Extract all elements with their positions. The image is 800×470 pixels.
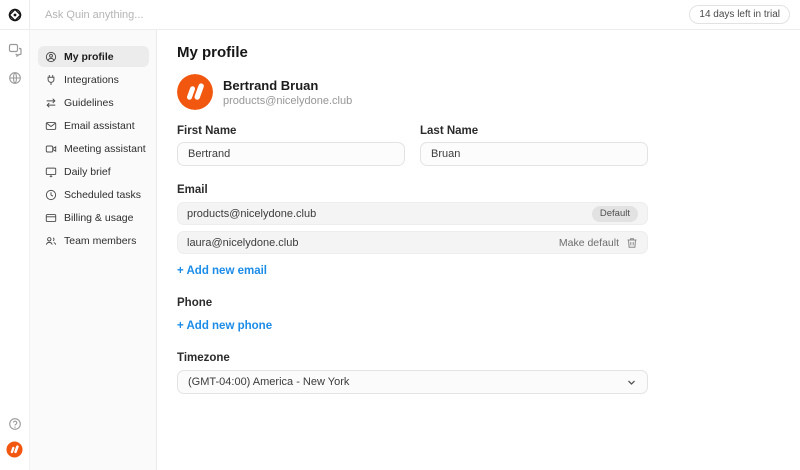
main-panel: My profile Bertrand Bruan products@nicel… bbox=[157, 30, 800, 470]
display-icon bbox=[45, 166, 57, 178]
first-name-label: First Name bbox=[177, 125, 405, 137]
sidebar-item-billing-usage[interactable]: Billing & usage bbox=[38, 207, 149, 228]
timezone-value: (GMT-04:00) America - New York bbox=[188, 376, 349, 388]
sidebar-item-label: Guidelines bbox=[64, 97, 114, 109]
brand-logo-icon[interactable] bbox=[6, 441, 23, 458]
default-badge: Default bbox=[592, 206, 638, 222]
trial-badge: 14 days left in trial bbox=[689, 5, 790, 24]
last-name-label: Last Name bbox=[420, 125, 648, 137]
sidebar-item-my-profile[interactable]: My profile bbox=[38, 46, 149, 67]
app-window: 14 days left in trial bbox=[0, 0, 800, 470]
sidebar-item-meeting-assistant[interactable]: Meeting assistant bbox=[38, 138, 149, 159]
sidebar-item-integrations[interactable]: Integrations bbox=[38, 69, 149, 90]
email-section-label: Email bbox=[177, 184, 648, 196]
avatar bbox=[177, 74, 213, 110]
timezone-select[interactable]: (GMT-04:00) America - New York bbox=[177, 370, 648, 394]
sidebar-item-scheduled-tasks[interactable]: Scheduled tasks bbox=[38, 184, 149, 205]
sidebar-item-label: Team members bbox=[64, 235, 136, 247]
add-new-email-link[interactable]: + Add new email bbox=[177, 265, 267, 277]
chevron-down-icon bbox=[626, 377, 637, 388]
sidebar-item-label: Daily brief bbox=[64, 166, 111, 178]
page-title: My profile bbox=[177, 44, 648, 61]
email-address: products@nicelydone.club bbox=[187, 208, 316, 220]
sidebar-item-team-members[interactable]: Team members bbox=[38, 230, 149, 251]
email-row-default: products@nicelydone.club Default bbox=[177, 202, 648, 225]
sidebar-item-label: My profile bbox=[64, 51, 114, 63]
profile-header: Bertrand Bruan products@nicelydone.club bbox=[177, 74, 648, 110]
envelope-icon bbox=[45, 120, 57, 132]
name-form: First Name Last Name bbox=[177, 125, 648, 166]
video-camera-icon bbox=[45, 143, 57, 155]
search-input[interactable] bbox=[45, 9, 689, 21]
sidebar-item-label: Billing & usage bbox=[64, 212, 133, 224]
sidebar-item-label: Email assistant bbox=[64, 120, 135, 132]
sidebar-item-daily-brief[interactable]: Daily brief bbox=[38, 161, 149, 182]
make-default-button[interactable]: Make default bbox=[559, 237, 619, 249]
sidebar-item-label: Meeting assistant bbox=[64, 143, 146, 155]
settings-sidebar: My profile Integrations Guidelines bbox=[30, 30, 157, 470]
sidebar-item-label: Integrations bbox=[64, 74, 119, 86]
credit-card-icon bbox=[45, 212, 57, 224]
email-section: Email products@nicelydone.club Default l… bbox=[177, 184, 648, 279]
app-logo[interactable] bbox=[0, 0, 30, 29]
profile-email: products@nicelydone.club bbox=[223, 95, 352, 107]
first-name-field[interactable] bbox=[177, 142, 405, 166]
team-icon bbox=[45, 235, 57, 247]
quin-logo-icon bbox=[7, 7, 23, 23]
topbar: 14 days left in trial bbox=[0, 0, 800, 30]
help-icon[interactable] bbox=[8, 417, 22, 431]
email-address: laura@nicelydone.club bbox=[187, 237, 298, 249]
plug-icon bbox=[45, 74, 57, 86]
sidebar-item-label: Scheduled tasks bbox=[64, 189, 141, 201]
global-search bbox=[30, 0, 689, 29]
timezone-section: Timezone (GMT-04:00) America - New York bbox=[177, 352, 648, 394]
phone-section: Phone + Add new phone bbox=[177, 297, 648, 334]
clock-icon bbox=[45, 189, 57, 201]
arrows-swap-icon bbox=[45, 97, 57, 109]
user-circle-icon bbox=[45, 51, 57, 63]
email-row-secondary: laura@nicelydone.club Make default bbox=[177, 231, 648, 254]
sidebar-item-email-assistant[interactable]: Email assistant bbox=[38, 115, 149, 136]
profile-name: Bertrand Bruan bbox=[223, 78, 352, 93]
sidebar-item-guidelines[interactable]: Guidelines bbox=[38, 92, 149, 113]
add-new-phone-link[interactable]: + Add new phone bbox=[177, 320, 272, 332]
timezone-section-label: Timezone bbox=[177, 352, 648, 364]
globe-icon[interactable] bbox=[8, 71, 22, 85]
trash-icon[interactable] bbox=[626, 237, 638, 249]
last-name-field[interactable] bbox=[420, 142, 648, 166]
chats-icon[interactable] bbox=[8, 43, 22, 57]
phone-section-label: Phone bbox=[177, 297, 648, 309]
icon-rail bbox=[0, 30, 30, 470]
